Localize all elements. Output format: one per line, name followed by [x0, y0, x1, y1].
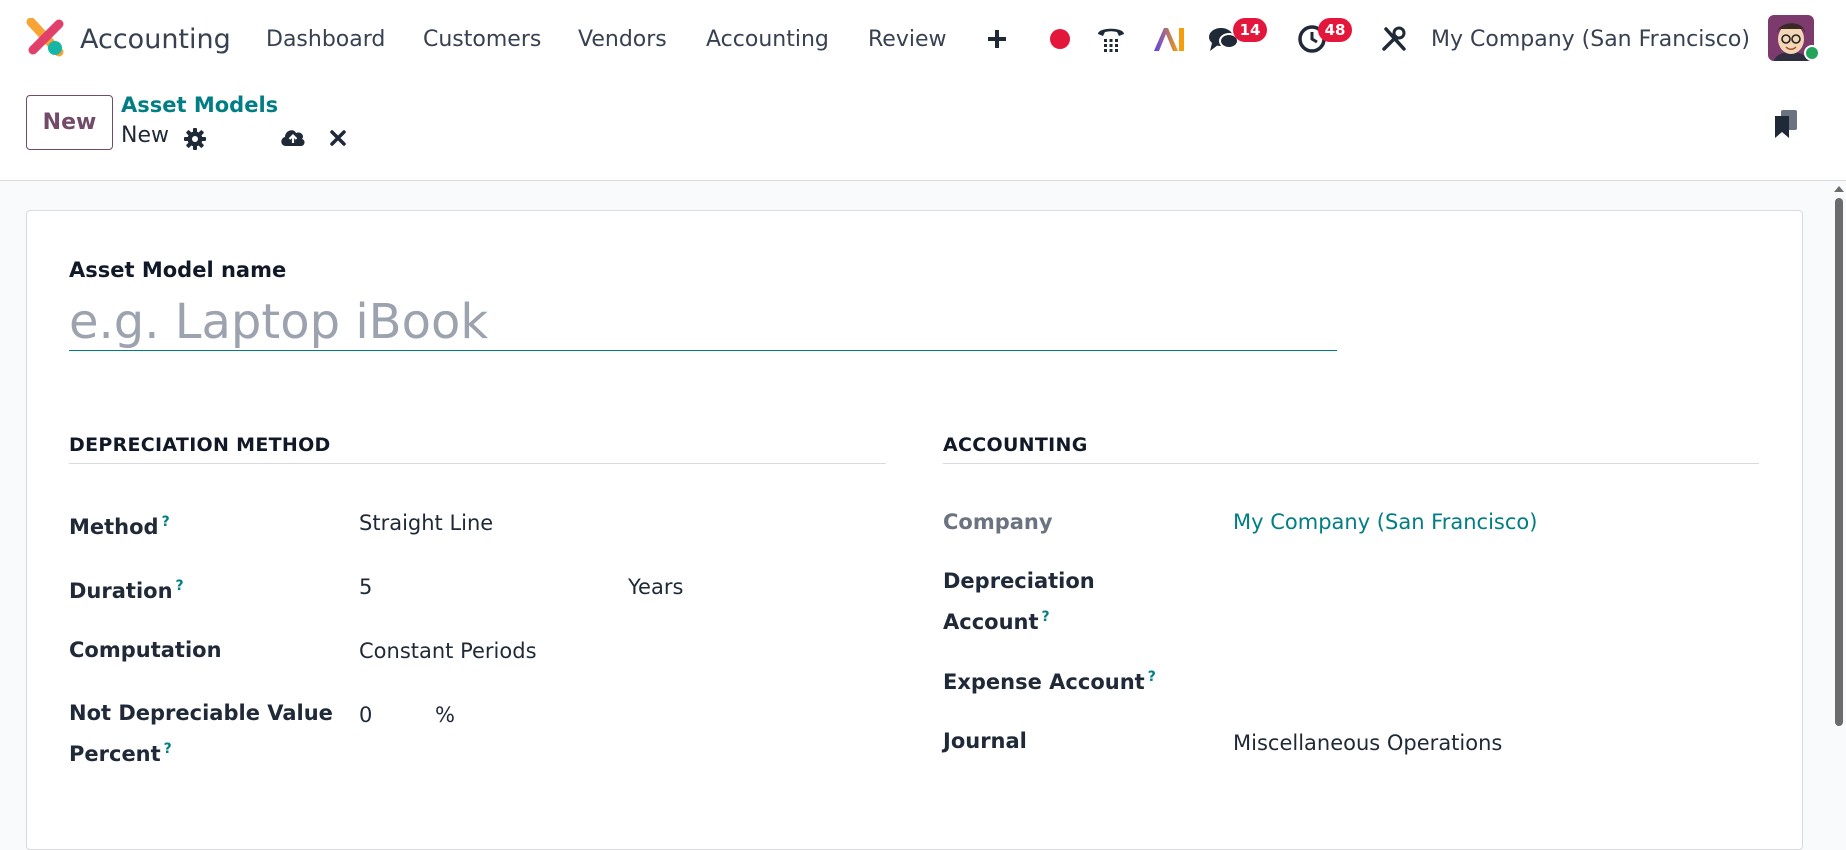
menu-vendors[interactable]: Vendors — [578, 22, 667, 56]
depreciation-account-label: Depreciation Account? — [943, 569, 1095, 634]
percent-unit: % — [435, 703, 455, 727]
accounting-section-title: ACCOUNTING — [943, 434, 1088, 456]
bookmark-icon[interactable] — [1771, 107, 1801, 141]
journal-label: Journal — [943, 729, 1027, 753]
journal-field[interactable]: Miscellaneous Operations — [1233, 731, 1502, 755]
method-label: Method? — [69, 514, 170, 539]
duration-help-icon[interactable]: ? — [176, 578, 184, 594]
new-button[interactable]: New — [26, 95, 113, 150]
not-depreciable-help-icon[interactable]: ? — [164, 741, 172, 757]
menu-review[interactable]: Review — [868, 22, 947, 56]
method-help-icon[interactable]: ? — [162, 514, 170, 530]
computation-field[interactable]: Constant Periods — [359, 639, 537, 663]
ai-icon[interactable] — [1151, 19, 1187, 59]
tools-icon[interactable] — [1378, 19, 1410, 59]
save-cloud-icon[interactable] — [278, 124, 308, 150]
method-field[interactable]: Straight Line — [359, 511, 493, 535]
control-panel: New Asset Models New — [0, 78, 1846, 181]
expense-account-field[interactable] — [1233, 666, 1753, 696]
top-navbar: Accounting Dashboard Customers Vendors A… — [0, 0, 1846, 78]
menu-dashboard[interactable]: Dashboard — [266, 22, 385, 56]
duration-unit-field[interactable]: Years — [628, 575, 683, 599]
company-field[interactable]: My Company (San Francisco) — [1233, 510, 1537, 534]
chat-count-badge: 14 — [1233, 18, 1267, 42]
menu-customers[interactable]: Customers — [423, 22, 541, 56]
company-switcher[interactable]: My Company (San Francisco) — [1431, 22, 1750, 56]
duration-number-field[interactable]: 5 — [359, 575, 372, 599]
depreciation-account-field[interactable] — [1233, 571, 1753, 601]
phone-icon[interactable] — [1093, 19, 1129, 59]
asset-model-name-input[interactable] — [69, 293, 1337, 351]
computation-label: Computation — [69, 638, 222, 662]
expense-account-label: Expense Account? — [943, 669, 1156, 694]
depreciation-section-divider — [69, 463, 886, 464]
record-name: New — [121, 123, 169, 148]
presence-status-indicator — [1804, 45, 1820, 61]
company-label: Company — [943, 510, 1053, 534]
accounting-section-divider — [943, 463, 1759, 464]
scrollbar-thumb[interactable] — [1835, 198, 1843, 726]
depreciation-method-section-title: DEPRECIATION METHOD — [69, 434, 331, 456]
discard-icon[interactable] — [326, 126, 350, 150]
plus-icon[interactable] — [983, 19, 1011, 59]
not-depreciable-percent-label: Not Depreciable Value Percent? — [69, 701, 333, 766]
scroll-up-arrow-icon[interactable] — [1834, 186, 1844, 192]
form-sheet: Asset Model name DEPRECIATION METHOD Met… — [26, 210, 1803, 850]
gear-icon[interactable] — [182, 126, 208, 152]
depreciation-account-help-icon[interactable]: ? — [1042, 609, 1050, 625]
activity-count-badge: 48 — [1318, 18, 1352, 42]
breadcrumb-asset-models[interactable]: Asset Models — [121, 93, 278, 117]
expense-account-help-icon[interactable]: ? — [1148, 669, 1156, 685]
app-name[interactable]: Accounting — [80, 20, 231, 58]
app-logo-icon[interactable] — [25, 18, 65, 58]
duration-label: Duration? — [69, 578, 184, 603]
asset-model-name-label: Asset Model name — [69, 258, 287, 282]
record-icon[interactable] — [1046, 19, 1074, 59]
not-depreciable-percent-field[interactable]: 0 — [359, 703, 372, 727]
menu-accounting[interactable]: Accounting — [706, 22, 829, 56]
